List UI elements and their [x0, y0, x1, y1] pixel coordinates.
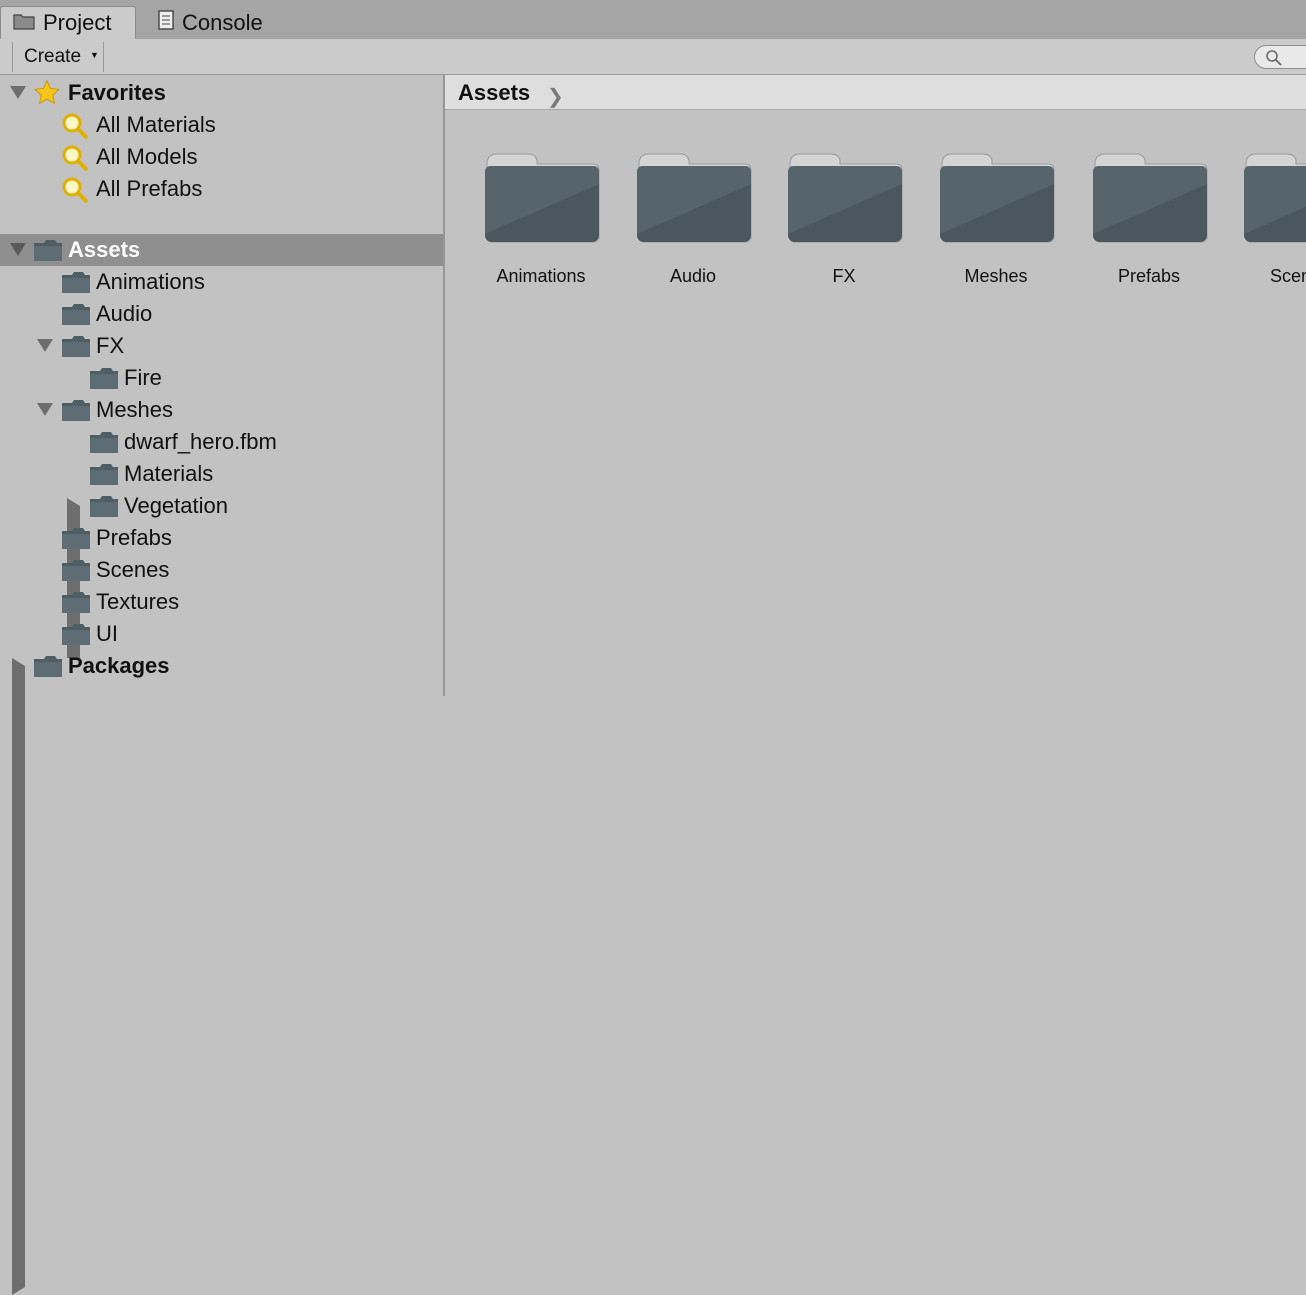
tab-project-label: Project: [43, 10, 112, 35]
grid-item[interactable]: Scenes: [1232, 150, 1306, 300]
tab-project[interactable]: Project: [0, 6, 136, 39]
favorite-item[interactable]: All Materials: [0, 109, 443, 141]
tree-item-label: Assets: [68, 237, 141, 262]
tree-item-label: Packages: [68, 653, 170, 678]
folder-icon: [90, 368, 118, 389]
collapse-arrow-icon[interactable]: [12, 658, 886, 1295]
tab-bar: Project Console: [0, 0, 1306, 39]
favorite-item[interactable]: All Models: [0, 141, 443, 173]
folder-icon: [90, 432, 118, 453]
tree-item[interactable]: Audio: [0, 298, 443, 330]
expand-arrow-icon[interactable]: [10, 86, 26, 99]
tree-item[interactable]: Vegetation: [0, 490, 941, 1135]
toolbar: Create ▼: [0, 39, 1306, 75]
folder-icon: [485, 153, 600, 243]
chevron-right-icon: ❯: [547, 86, 564, 108]
console-icon: [158, 9, 174, 36]
tree-item[interactable]: Fire: [0, 362, 443, 394]
folder-icon: [940, 153, 1055, 243]
search-input[interactable]: [1254, 45, 1306, 69]
expand-arrow-icon[interactable]: [37, 403, 53, 416]
folder-icon: [34, 240, 62, 261]
tree-item[interactable]: Materials: [0, 458, 443, 490]
tree-item-label: Textures: [96, 589, 180, 614]
dropdown-arrow-icon: ▼: [90, 50, 99, 60]
tree-item[interactable]: Animations: [0, 266, 443, 298]
tree-item[interactable]: UI: [0, 618, 443, 650]
search-filter-icon: [61, 112, 89, 140]
breadcrumb-item[interactable]: Assets: [458, 80, 530, 106]
folder-icon: [62, 336, 90, 357]
create-button-label: Create: [24, 46, 82, 67]
favorite-item[interactable]: All Prefabs: [0, 173, 443, 205]
tree-item[interactable]: dwarf_hero.fbm: [0, 426, 443, 458]
grid-item-label: Scenes: [1269, 266, 1306, 286]
favorite-item-label: All Materials: [96, 112, 216, 137]
folder-icon: [13, 10, 35, 36]
asset-grid-panel: Assets ❯ Animations Audio FX Meshes Pref…: [445, 75, 1306, 696]
favorite-item-label: All Models: [96, 144, 198, 169]
breadcrumb: Assets ❯: [445, 75, 1306, 110]
project-tree-panel: Favorites All Materials All Models All P…: [0, 75, 941, 1295]
tree-item-label: Fire: [124, 365, 162, 390]
folder-icon: [90, 496, 118, 517]
tree-item-label: Materials: [124, 461, 214, 486]
grid-item-label: FX: [832, 266, 856, 286]
tree-item[interactable]: Meshes: [0, 394, 443, 426]
expand-arrow-icon[interactable]: [10, 243, 26, 256]
grid-item[interactable]: Prefabs: [1081, 150, 1217, 300]
tree-item[interactable]: Scenes: [0, 554, 443, 586]
folder-icon: [62, 400, 90, 421]
folder-icon: [1093, 153, 1208, 243]
tree-item-label: FX: [96, 333, 125, 358]
folder-icon: [62, 624, 90, 645]
grid-item-label: Animations: [496, 266, 586, 286]
tab-console-label: Console: [182, 9, 263, 35]
star-icon: [33, 79, 61, 107]
tree-item-label: Prefabs: [96, 525, 172, 550]
tab-console[interactable]: Console: [152, 6, 292, 39]
tree-item-label: Vegetation: [124, 493, 228, 518]
favorites-row[interactable]: Favorites: [0, 77, 443, 109]
search-filter-icon: [61, 144, 89, 172]
tree-item-packages[interactable]: Packages: [0, 650, 886, 1295]
grid-item-label: Meshes: [964, 266, 1028, 286]
favorite-item-label: All Prefabs: [96, 176, 203, 201]
tree-item[interactable]: Textures: [0, 586, 443, 618]
folder-icon: [90, 464, 118, 485]
grid-item[interactable]: FX: [776, 150, 912, 300]
folder-icon: [62, 304, 90, 325]
search-filter-icon: [61, 176, 89, 204]
tree-item-label: dwarf_hero.fbm: [124, 429, 277, 454]
tree-item[interactable]: Prefabs: [0, 522, 443, 554]
tree-item-label: UI: [96, 621, 118, 646]
grid-item[interactable]: Audio: [625, 150, 761, 300]
tree-item-label: Audio: [96, 301, 153, 326]
folder-icon: [788, 153, 903, 243]
folder-icon: [62, 528, 90, 549]
folder-icon: [62, 560, 90, 581]
favorites-label: Favorites: [68, 80, 166, 105]
search-icon: [1266, 50, 1282, 66]
tree-item-label: Animations: [96, 269, 205, 294]
folder-icon: [62, 592, 90, 613]
folder-icon: [637, 153, 752, 243]
tree-item-label: Scenes: [96, 557, 170, 582]
grid-item-label: Audio: [669, 266, 717, 286]
grid-item[interactable]: Animations: [473, 150, 609, 300]
tree-item-label: Meshes: [96, 397, 174, 422]
create-button[interactable]: Create ▼: [12, 42, 104, 72]
tree-item-assets[interactable]: Assets: [0, 234, 443, 266]
folder-icon: [34, 656, 62, 677]
tree-item[interactable]: FX: [0, 330, 443, 362]
grid-item[interactable]: Meshes: [928, 150, 1064, 300]
folder-icon: [62, 272, 90, 293]
expand-arrow-icon[interactable]: [37, 339, 53, 352]
grid-item-label: Prefabs: [1117, 266, 1181, 286]
folder-icon: [1244, 153, 1306, 243]
